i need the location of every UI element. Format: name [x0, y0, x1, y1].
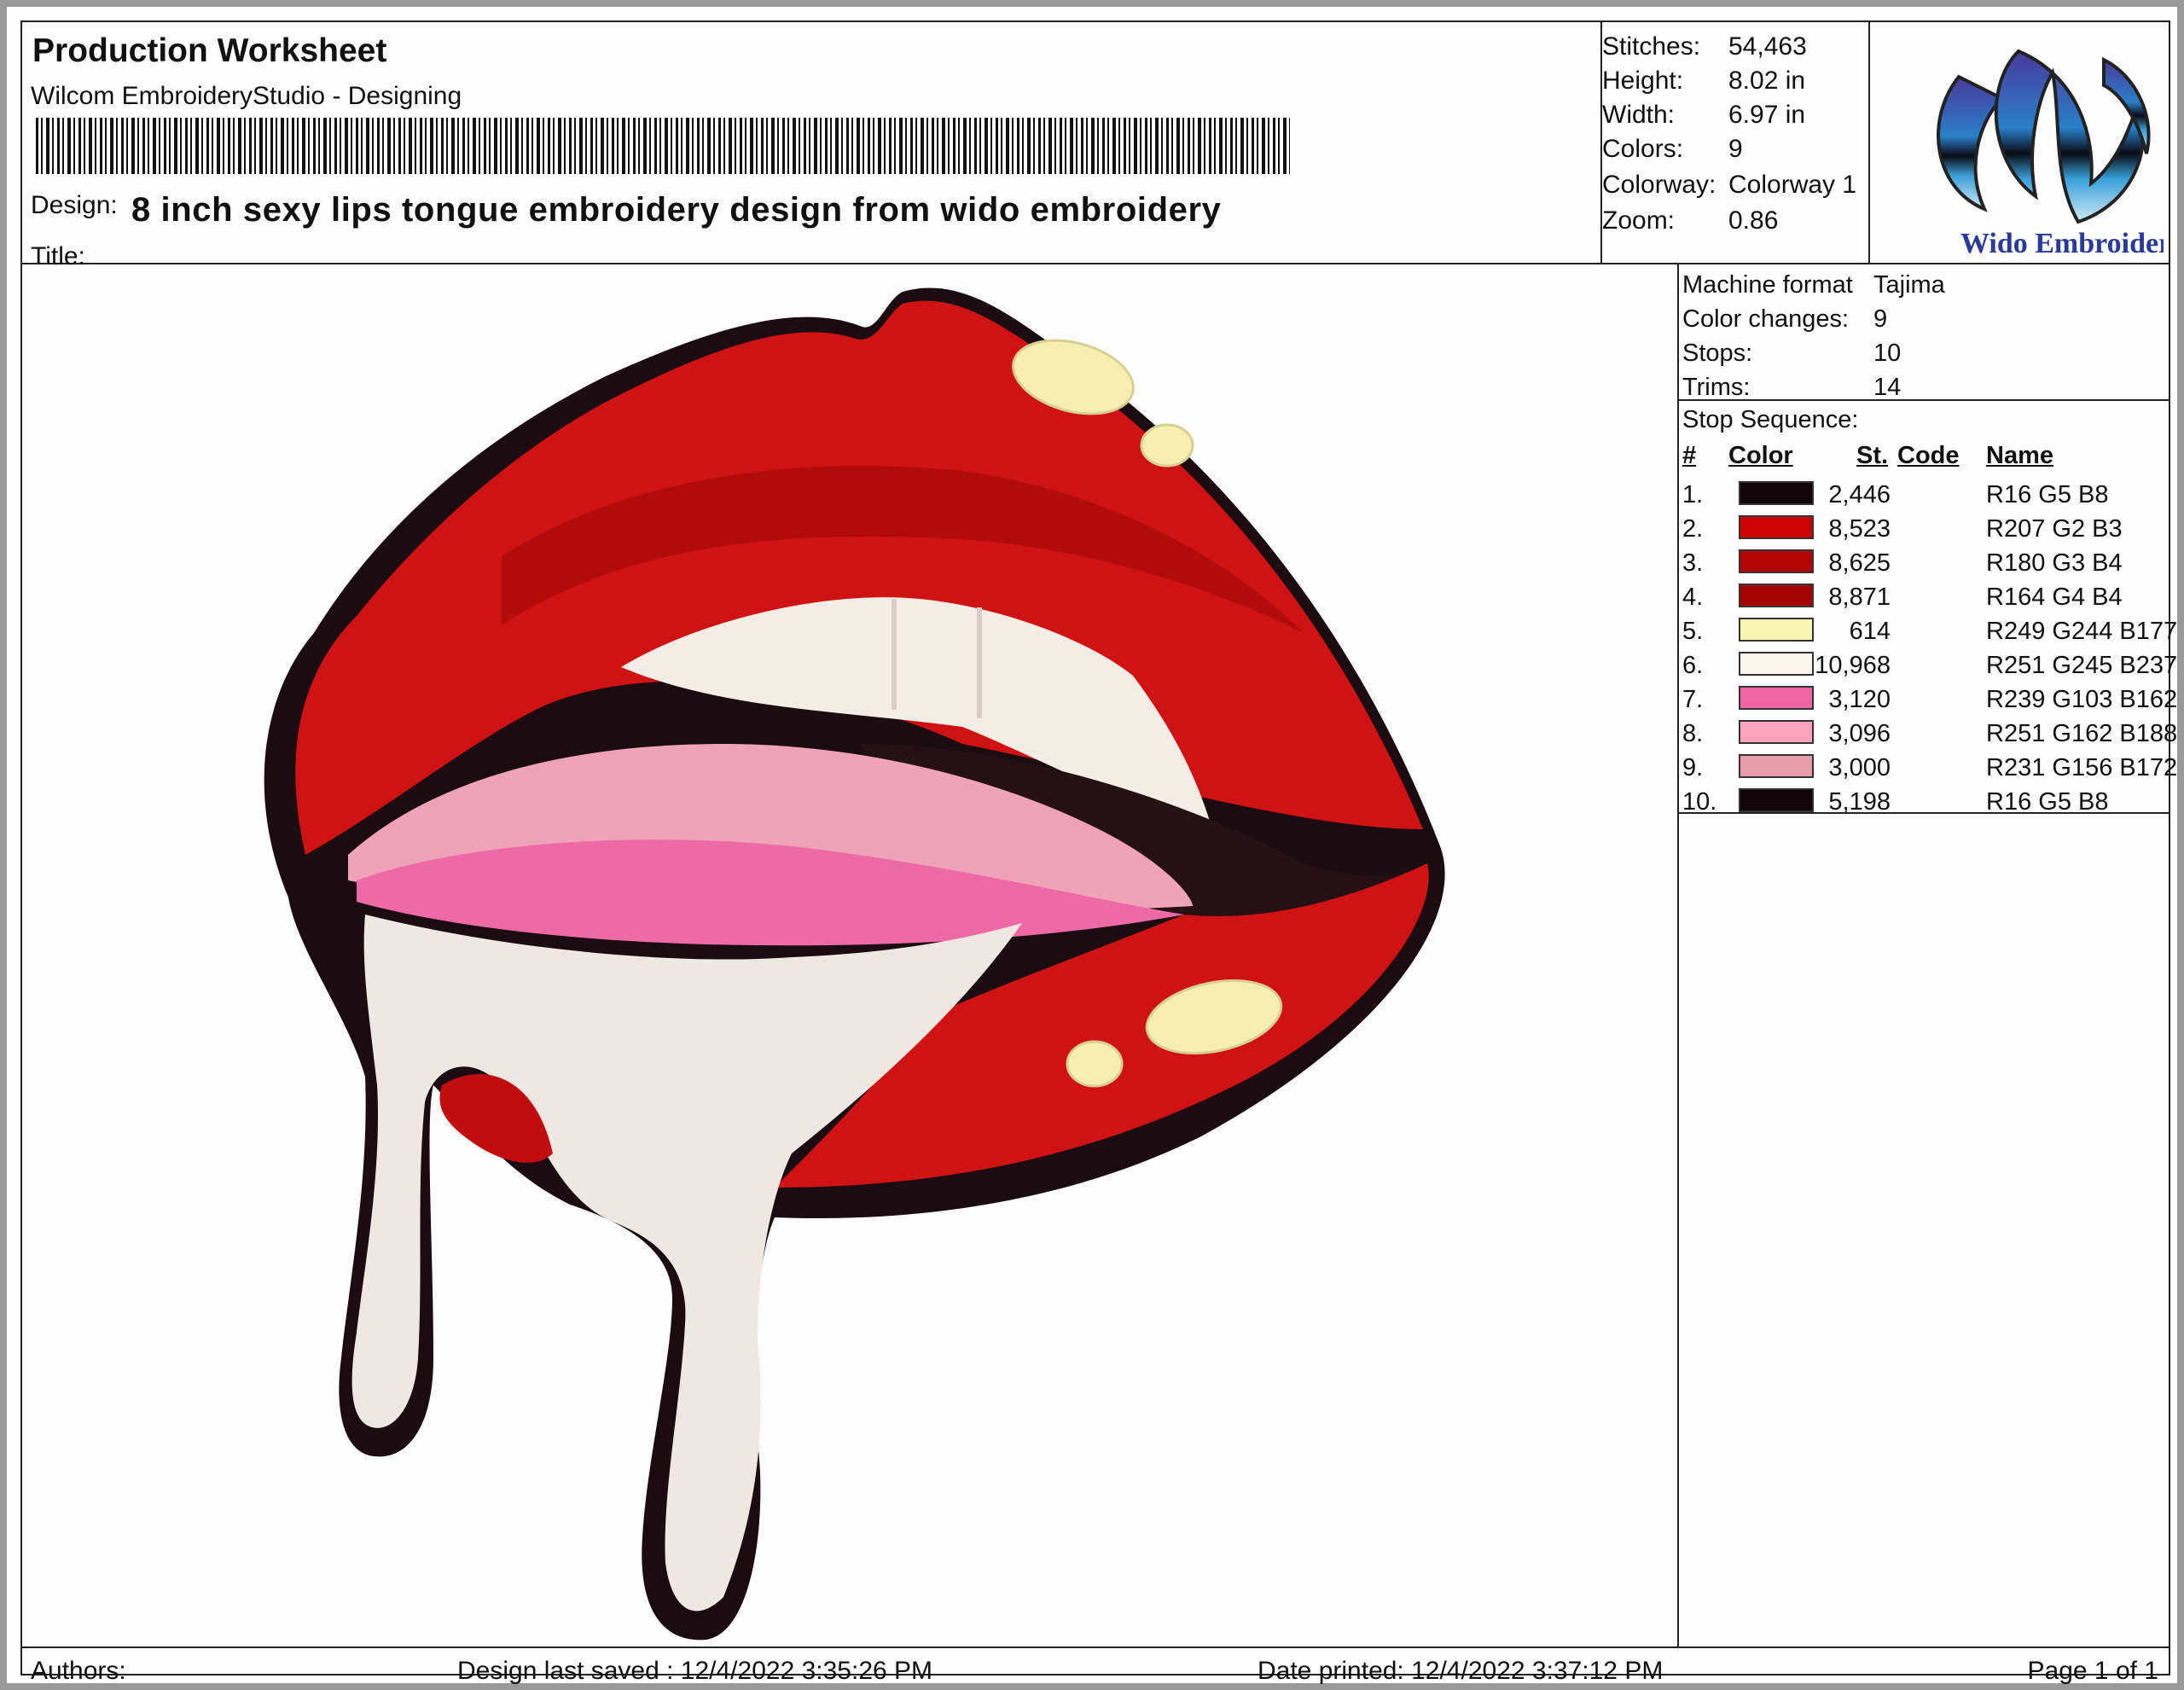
stitch-count: 8,625	[1828, 549, 1891, 577]
worksheet-frame: Production Worksheet Wilcom EmbroiderySt…	[20, 20, 2177, 1684]
row-number: 5.	[1682, 618, 1704, 645]
colors-label: Colors:	[1602, 135, 1684, 163]
dripping-lips-embroidery-icon	[264, 287, 1445, 1641]
wido-logo-icon: Wido Embroidery	[1937, 49, 2164, 259]
row-number: 1.	[1682, 481, 1704, 508]
colorway-value: Colorway 1	[1728, 171, 1857, 199]
color-name: R164 G4 B4	[1986, 584, 2123, 611]
last-saved-date: Design last saved : 12/4/2022 3:35:26 PM	[457, 1657, 933, 1685]
row-number: 9.	[1682, 754, 1704, 781]
machine-format-label: Machine format	[1682, 271, 1853, 299]
stops-label: Stops:	[1682, 340, 1753, 367]
table-row: 1. 2,446 R16 G5 B8	[1677, 479, 2172, 514]
row-number: 7.	[1682, 686, 1704, 713]
color-name: R249 G244 B177	[1986, 618, 2178, 645]
color-name: R251 G162 B188	[1986, 720, 2178, 747]
application-name: Wilcom EmbroideryStudio - Designing	[31, 82, 462, 110]
design-name: 8 inch sexy lips tongue embroidery desig…	[131, 191, 1222, 229]
color-swatch	[1739, 720, 1814, 744]
column-header-color: Color	[1728, 442, 1793, 469]
machine-format-value: Tajima	[1873, 271, 1945, 299]
authors-label: Authors:	[31, 1657, 126, 1685]
row-number: 3.	[1682, 549, 1704, 577]
worksheet-page: Production Worksheet Wilcom EmbroiderySt…	[7, 7, 2177, 1684]
stop-sequence-label: Stop Sequence:	[1682, 406, 1859, 433]
column-header-num: #	[1682, 442, 1697, 469]
color-changes-label: Color changes:	[1682, 305, 1850, 333]
color-name: R251 G245 B237	[1986, 652, 2178, 679]
stops-value: 10	[1873, 340, 1902, 367]
table-row: 8. 3,096 R251 G162 B188	[1677, 718, 2177, 752]
table-row: 4. 8,871 R164 G4 B4	[1677, 582, 2172, 616]
worksheet-title: Production Worksheet	[32, 32, 387, 69]
stitch-count: 3,096	[1828, 720, 1891, 747]
zoom-label: Zoom:	[1602, 206, 1676, 235]
stitch-count: 10,968	[1815, 652, 1891, 679]
stitches-value: 54,463	[1728, 32, 1807, 61]
table-row: 5. 614 R249 G244 B177	[1677, 616, 2177, 650]
color-name: R16 G5 B8	[1986, 788, 2109, 816]
width-label: Width:	[1602, 101, 1676, 129]
color-swatch	[1739, 618, 1814, 642]
table-row: 3. 8,625 R180 G3 B4	[1677, 548, 2172, 582]
header-divider	[22, 263, 2169, 264]
stitch-count: 8,871	[1828, 584, 1891, 611]
colors-value: 9	[1728, 135, 1743, 163]
stitch-count: 614	[1849, 618, 1891, 645]
color-swatch	[1739, 515, 1814, 539]
color-swatch	[1739, 549, 1814, 573]
color-changes-value: 9	[1873, 305, 1888, 333]
barcode	[36, 118, 1290, 174]
height-label: Height:	[1602, 67, 1684, 95]
color-name: R231 G156 B172	[1986, 754, 2178, 781]
logo-divider	[1868, 22, 1870, 264]
color-swatch	[1739, 754, 1814, 778]
height-value: 8.02 in	[1728, 67, 1806, 95]
table-row: 6. 10,968 R251 G245 B237	[1677, 650, 2177, 684]
color-swatch	[1739, 788, 1814, 812]
stitch-count: 3,000	[1828, 754, 1891, 781]
row-number: 8.	[1682, 720, 1704, 747]
trims-label: Trims:	[1682, 374, 1751, 401]
machine-divider	[1677, 399, 2170, 401]
page-number: Page 1 of 1	[2027, 1657, 2158, 1685]
stitch-count: 8,523	[1828, 515, 1891, 543]
stitches-label: Stitches:	[1602, 32, 1701, 61]
width-value: 6.97 in	[1728, 101, 1806, 129]
color-swatch	[1739, 584, 1814, 607]
row-number: 10.	[1682, 788, 1717, 816]
zoom-value: 0.86	[1728, 206, 1779, 235]
color-name: R16 G5 B8	[1986, 481, 2109, 508]
colorway-label: Colorway:	[1602, 171, 1716, 199]
color-swatch	[1739, 481, 1814, 505]
color-name: R239 G103 B162	[1986, 686, 2178, 713]
column-header-code: Code	[1897, 442, 1960, 469]
stitch-count: 3,120	[1828, 686, 1891, 713]
color-name: R207 G2 B3	[1986, 515, 2123, 543]
printed-date: Date printed: 12/4/2022 3:37:12 PM	[1258, 1657, 1664, 1685]
color-name: R180 G3 B4	[1986, 549, 2123, 577]
row-number: 6.	[1682, 652, 1704, 679]
table-row: 7. 3,120 R239 G103 B162	[1677, 684, 2177, 718]
table-row: 10. 5,198 R16 G5 B8	[1677, 787, 2172, 821]
trims-value: 14	[1873, 374, 1902, 401]
color-swatch	[1739, 686, 1814, 710]
logo-text: Wido Embroidery	[1960, 228, 2164, 259]
row-number: 4.	[1682, 584, 1704, 611]
column-header-stitches: St.	[1856, 442, 1889, 469]
table-row: 2. 8,523 R207 G2 B3	[1677, 514, 2172, 548]
color-swatch	[1739, 652, 1814, 676]
sidebar-divider	[1677, 263, 1679, 1646]
design-label: Design:	[31, 191, 118, 219]
column-header-name: Name	[1986, 442, 2053, 469]
stitch-count: 5,198	[1828, 788, 1891, 816]
table-row: 9. 3,000 R231 G156 B172	[1677, 752, 2177, 787]
row-number: 2.	[1682, 515, 1704, 543]
stitch-count: 2,446	[1828, 481, 1891, 508]
